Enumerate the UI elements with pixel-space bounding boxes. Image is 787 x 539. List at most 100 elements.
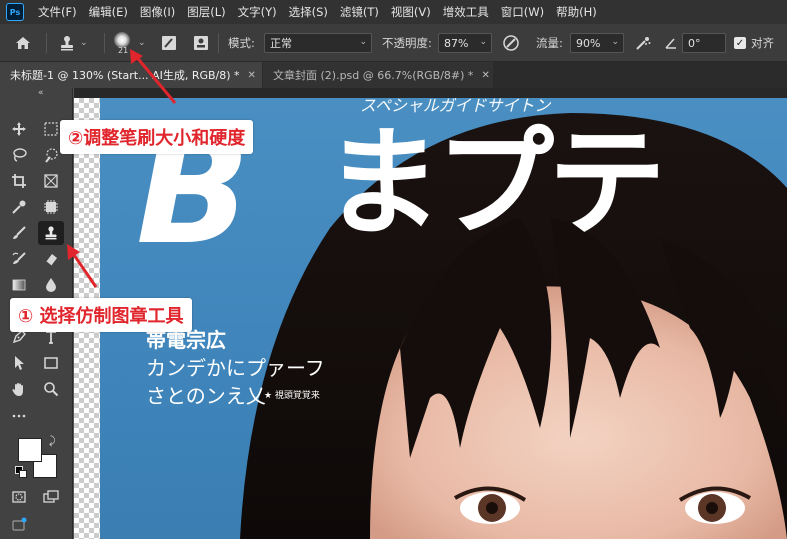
menu-select[interactable]: 选择(S) (283, 0, 334, 24)
opacity-value: 87% (444, 36, 469, 50)
airbrush-icon (636, 37, 651, 50)
eyedropper-tool[interactable] (6, 195, 32, 219)
tab-label: 未标题-1 @ 130% (Start... AI生成, RGB/8) * (10, 69, 240, 82)
angle-icon (665, 38, 676, 49)
spot-healing-tool[interactable] (38, 195, 64, 219)
rectangle-marquee-icon (44, 122, 58, 136)
eraser-tool[interactable] (38, 247, 64, 271)
chevron-down-icon: ⌄ (479, 37, 487, 47)
quick-mask-icon (12, 491, 26, 503)
screen-mode-icon (43, 490, 59, 503)
brush-preset-picker[interactable]: 21 ⌄ (114, 24, 154, 62)
tool-preset-picker[interactable]: ⌄ (58, 24, 88, 62)
photoshop-window: Ps 文件(F) 编辑(E) 图像(I) 图层(L) 文字(Y) 选择(S) 滤… (0, 0, 787, 539)
angle-control[interactable] (664, 24, 678, 62)
frame-tool[interactable] (38, 169, 64, 193)
swap-colors-icon[interactable]: ⤸ (49, 434, 56, 448)
home-icon (16, 37, 30, 49)
rectangle-tool[interactable] (38, 351, 64, 375)
move-icon (12, 122, 26, 136)
airbrush-button[interactable] (634, 24, 652, 62)
angle-value: 0° (688, 36, 701, 50)
menu-layer[interactable]: 图层(L) (181, 0, 231, 24)
home-button[interactable] (14, 24, 32, 62)
opacity-label: 不透明度: (382, 36, 432, 50)
chevron-down-icon: ⌄ (611, 37, 619, 47)
cover-title-kana: まプテ (324, 114, 666, 252)
cover-line-3: さとのンえ乂 (146, 384, 266, 408)
brush-icon (13, 226, 26, 239)
screen-mode-button[interactable] (38, 485, 64, 509)
pressure-opacity-button[interactable] (502, 24, 520, 62)
brush-size-value: 21 (118, 46, 129, 55)
opacity-input[interactable]: 87% ⌄ (438, 33, 492, 53)
flow-input[interactable]: 90% ⌄ (570, 33, 624, 53)
menu-type[interactable]: 文字(Y) (232, 0, 283, 24)
angle-input[interactable]: 0° (682, 33, 726, 53)
history-brush-tool[interactable] (6, 247, 32, 271)
chevron-down-icon: ⌄ (138, 38, 146, 48)
drop-icon (46, 278, 56, 292)
lasso-icon (13, 148, 27, 162)
pointer-icon (15, 356, 24, 370)
clone-stamp-tool[interactable] (38, 221, 64, 245)
menu-window[interactable]: 窗口(W) (495, 0, 550, 24)
align-checkbox[interactable]: ✓ 对齐 (734, 24, 774, 62)
close-icon[interactable]: ✕ (248, 70, 256, 81)
menu-plugins[interactable]: 增效工具 (437, 0, 495, 24)
hand-icon (12, 383, 23, 396)
crop-icon (12, 174, 26, 188)
more-icon (12, 414, 26, 418)
quick-mask-button[interactable] (6, 485, 32, 509)
history-brush-icon (12, 252, 26, 264)
blend-mode-select[interactable]: 正常 ⌄ (264, 33, 372, 53)
rectangle-icon (44, 357, 58, 369)
zoom-icon (44, 382, 59, 397)
path-selection-tool[interactable] (6, 351, 32, 375)
crop-tool[interactable] (6, 169, 32, 193)
brush-settings-button[interactable] (160, 24, 178, 62)
options-divider (46, 33, 47, 53)
magazine-cover-image[interactable]: スペシャルガイドサイトン B まプテ 帯電宗広 カンデかにプァーフ さとのンえ乂… (100, 98, 787, 539)
eyedropper-icon (12, 200, 26, 214)
foreground-color-swatch[interactable] (18, 438, 42, 462)
menu-image[interactable]: 图像(I) (134, 0, 181, 24)
menu-view[interactable]: 视图(V) (385, 0, 437, 24)
flow-label: 流量: (536, 36, 563, 50)
chip-icon (44, 200, 58, 214)
clone-source-button[interactable] (192, 24, 210, 62)
callout-step-2: ②调整笔刷大小和硬度 (60, 120, 254, 154)
zoom-tool[interactable] (38, 377, 64, 401)
move-tool[interactable] (6, 117, 32, 141)
share-button[interactable] (6, 512, 32, 536)
lasso-tool[interactable] (6, 143, 32, 167)
brush-settings-icon (162, 36, 176, 50)
gradient-icon (12, 279, 26, 291)
options-divider (104, 33, 105, 53)
menu-help[interactable]: 帮助(H) (550, 0, 603, 24)
tab-article-cover[interactable]: 文章封面 (2).psd @ 66.7%(RGB/8#) * ✕ (263, 62, 493, 88)
gradient-tool[interactable] (6, 273, 32, 297)
menu-bar: Ps 文件(F) 编辑(E) 图像(I) 图层(L) 文字(Y) 选择(S) 滤… (0, 0, 787, 24)
cover-line-2: カンデかにプァーフ (146, 356, 325, 380)
cover-small-note: ★ 視頭覚覚来 (264, 391, 320, 401)
default-colors-icon[interactable] (15, 466, 27, 478)
edit-toolbar-button[interactable] (6, 403, 32, 427)
document-tab-bar: 未标题-1 @ 130% (Start... AI生成, RGB/8) * ✕ … (0, 62, 787, 88)
photoshop-logo-icon: Ps (6, 3, 24, 21)
menu-file[interactable]: 文件(F) (32, 0, 83, 24)
frame-icon (44, 174, 58, 188)
tab-label: 文章封面 (2).psd @ 66.7%(RGB/8#) * (273, 69, 474, 82)
pressure-icon (503, 35, 519, 51)
hand-tool[interactable] (6, 377, 32, 401)
close-icon[interactable]: ✕ (481, 70, 489, 81)
brush-tool[interactable] (6, 221, 32, 245)
blur-tool[interactable] (38, 273, 64, 297)
align-label: 对齐 (751, 36, 774, 50)
collapse-panel-icon[interactable]: « (38, 88, 44, 98)
menu-filter[interactable]: 滤镜(T) (334, 0, 385, 24)
tab-untitled-1[interactable]: 未标题-1 @ 130% (Start... AI生成, RGB/8) * ✕ (0, 62, 262, 88)
clone-stamp-icon (45, 226, 57, 240)
menu-edit[interactable]: 编辑(E) (83, 0, 134, 24)
share-icon (12, 517, 27, 531)
